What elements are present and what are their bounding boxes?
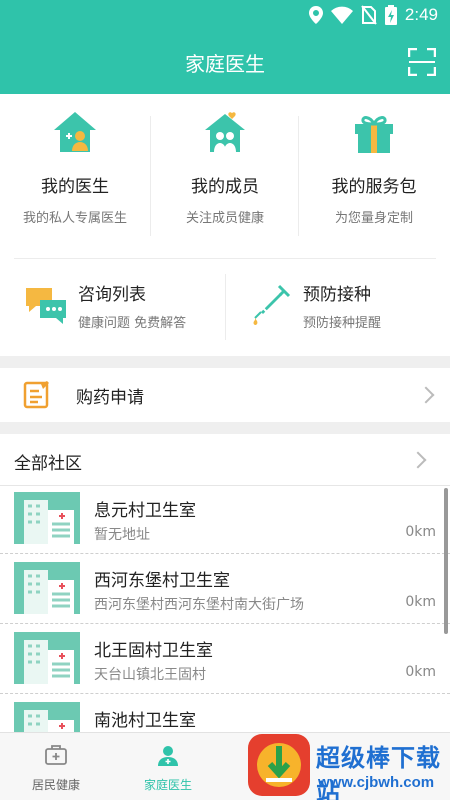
scan-icon[interactable]	[408, 48, 436, 76]
syringe-icon	[253, 284, 291, 325]
no-sim-icon	[361, 5, 377, 25]
feature-card: 我的医生 我的私人专属医生 我的成员 关注成员健康 我的服务包 为您量身定制 咨…	[0, 94, 450, 356]
vaccination-title: 预防接种	[303, 285, 371, 305]
clinic-address: 天台山镇北王固村	[94, 667, 206, 683]
status-icons: 2:49	[308, 5, 438, 25]
community-list[interactable]: 息元村卫生室 暂无地址 0km 西河东堡村卫生室 西河东堡村西河东堡村南大街广场…	[0, 486, 450, 732]
consult-list-subtitle: 健康问题 免费解答	[78, 316, 187, 331]
title-bar: 家庭医生	[0, 32, 450, 94]
battery-icon	[384, 5, 397, 25]
hospital-building-icon	[14, 702, 80, 732]
chat-bubbles-icon	[26, 288, 66, 324]
status-bar: 2:49	[0, 0, 450, 32]
consult-list-item[interactable]: 咨询列表 健康问题 免费解答	[0, 264, 225, 344]
my-members-item[interactable]: 我的成员 关注成员健康	[150, 104, 300, 234]
medical-kit-icon	[45, 745, 67, 765]
clinic-name: 北王固村卫生室	[94, 641, 213, 661]
clinic-address: 西河东堡村西河东堡村南大街广场	[94, 597, 304, 613]
wifi-icon	[330, 6, 353, 24]
hospital-building-icon	[14, 492, 80, 544]
clinic-distance: 0km	[405, 594, 436, 610]
my-doctor-item[interactable]: 我的医生 我的私人专属医生	[0, 104, 150, 234]
list-scrollbar[interactable]	[444, 488, 448, 634]
my-service-pack-title: 我的服务包	[331, 177, 417, 197]
gift-icon	[355, 116, 393, 153]
watermark-logo: 超级棒下载站 www.cjbwh.com	[248, 734, 448, 800]
list-item[interactable]: 西河东堡村卫生室 西河东堡村西河东堡村南大街广场 0km	[0, 556, 450, 624]
clinic-name: 息元村卫生室	[94, 501, 196, 521]
family-house-icon	[205, 112, 245, 152]
medicine-purchase-label: 购药申请	[76, 388, 144, 408]
chevron-right-icon	[417, 386, 435, 404]
edit-form-icon	[23, 381, 49, 409]
list-item[interactable]: 南池村卫生室	[0, 696, 450, 732]
all-communities-row[interactable]: 全部社区	[0, 434, 450, 486]
clinic-name: 西河东堡村卫生室	[94, 571, 230, 591]
list-item[interactable]: 息元村卫生室 暂无地址 0km	[0, 486, 450, 554]
tab-label: 居民健康	[31, 778, 80, 792]
clinic-address: 暂无地址	[94, 527, 150, 543]
my-doctor-title: 我的医生	[41, 177, 109, 197]
vaccination-subtitle: 预防接种提醒	[303, 316, 382, 331]
clinic-distance: 0km	[405, 664, 436, 680]
my-members-title: 我的成员	[191, 177, 259, 197]
my-doctor-subtitle: 我的私人专属医生	[22, 211, 127, 226]
divider	[14, 258, 436, 259]
clinic-thumbnail	[14, 702, 80, 732]
doctor-house-icon	[54, 112, 96, 152]
page-title: 家庭医生	[185, 52, 265, 76]
clinic-thumbnail	[14, 632, 80, 684]
list-item[interactable]: 北王固村卫生室 天台山镇北王固村 0km	[0, 626, 450, 694]
my-service-pack-subtitle: 为您量身定制	[334, 211, 413, 226]
tab-resident-health[interactable]: 居民健康	[0, 733, 112, 800]
clinic-thumbnail	[14, 492, 80, 544]
clock: 2:49	[404, 5, 438, 24]
my-service-pack-item[interactable]: 我的服务包 为您量身定制	[298, 104, 450, 234]
clinic-distance: 0km	[405, 524, 436, 540]
vaccination-item[interactable]: 预防接种 预防接种提醒	[225, 264, 450, 344]
medicine-purchase-row[interactable]: 购药申请	[0, 368, 450, 422]
doctor-icon	[158, 746, 178, 766]
chevron-right-icon	[409, 451, 427, 469]
hospital-building-icon	[14, 632, 80, 684]
tab-label: 家庭医生	[143, 778, 192, 792]
all-communities-label: 全部社区	[14, 454, 82, 474]
watermark-url: www.cjbwh.com	[318, 774, 435, 791]
download-logo-icon	[248, 734, 310, 796]
my-members-subtitle: 关注成员健康	[185, 211, 264, 226]
location-icon	[308, 6, 323, 24]
consult-list-title: 咨询列表	[78, 285, 146, 305]
clinic-thumbnail	[14, 562, 80, 614]
clinic-name: 南池村卫生室	[94, 711, 196, 731]
hospital-building-icon	[14, 562, 80, 614]
tab-family-doctor[interactable]: 家庭医生	[112, 733, 224, 800]
